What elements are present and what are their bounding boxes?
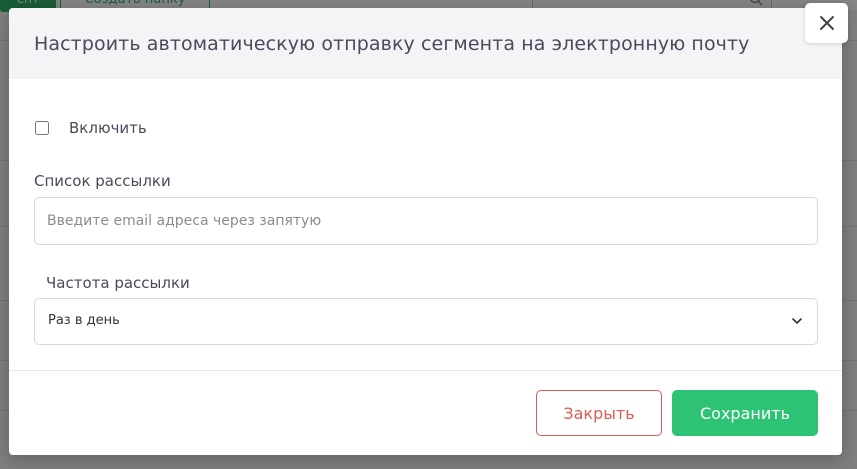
close-button[interactable]: Закрыть xyxy=(536,390,662,436)
frequency-label: Частота рассылки xyxy=(46,274,190,292)
mailing-list-label: Список рассылки xyxy=(34,172,171,190)
save-button[interactable]: Сохранить xyxy=(672,390,818,436)
email-schedule-modal: Настроить автоматическую отправку сегмен… xyxy=(9,8,842,455)
frequency-selected-value: Раз в день xyxy=(48,313,120,328)
mailing-list-input[interactable] xyxy=(34,197,818,245)
enable-row: Включить xyxy=(35,118,147,138)
frequency-select[interactable]: Раз в день xyxy=(34,298,818,345)
close-icon xyxy=(819,16,834,30)
modal-close-button[interactable] xyxy=(805,3,848,43)
enable-checkbox[interactable] xyxy=(35,121,49,135)
enable-label: Включить xyxy=(69,119,147,137)
modal-header: Настроить автоматическую отправку сегмен… xyxy=(9,8,842,79)
footer-divider xyxy=(9,370,842,371)
modal-title: Настроить автоматическую отправку сегмен… xyxy=(34,33,750,55)
chevron-down-icon xyxy=(792,318,802,324)
